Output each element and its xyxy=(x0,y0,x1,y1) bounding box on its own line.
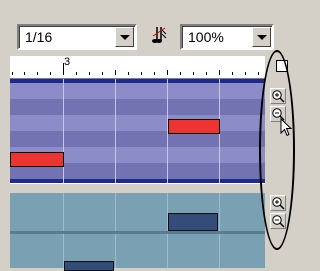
grid-line xyxy=(63,79,64,183)
ruler-tick xyxy=(193,72,194,75)
ruler-tick xyxy=(232,72,233,75)
note-row[interactable] xyxy=(10,99,265,115)
bar-number: 3 xyxy=(64,56,71,68)
ruler-tick xyxy=(245,72,246,75)
chevron-down-icon xyxy=(257,35,267,40)
ruler-tick xyxy=(258,72,259,75)
zoom-value: 100% xyxy=(188,29,224,45)
grid-line xyxy=(167,234,168,268)
ruler-tick xyxy=(76,72,77,75)
ruler-tick xyxy=(115,70,116,75)
quantize-value: 1/16 xyxy=(25,29,53,45)
ruler-tick xyxy=(102,72,103,75)
timeline-ruler[interactable]: 3 xyxy=(10,56,265,79)
grid-line xyxy=(63,193,64,231)
toolbar: 1/16 100% xyxy=(0,0,291,56)
controller-lane[interactable] xyxy=(10,234,265,271)
ruler-tick xyxy=(24,72,25,75)
left-edge xyxy=(0,56,10,268)
controller-lane[interactable] xyxy=(10,193,265,231)
midi-note[interactable] xyxy=(10,152,64,167)
ruler-tick xyxy=(50,72,51,75)
ruler-tick xyxy=(180,72,181,75)
quantize-select[interactable]: 1/16 xyxy=(17,24,137,50)
grid-line xyxy=(115,234,116,268)
highlight-ellipse xyxy=(259,50,295,250)
note-row[interactable] xyxy=(10,115,265,131)
ruler-tick xyxy=(154,72,155,75)
grid-line xyxy=(219,193,220,231)
ruler-tick xyxy=(141,72,142,75)
midi-note[interactable] xyxy=(168,119,220,134)
ruler-tick xyxy=(63,63,64,75)
ruler-tick xyxy=(206,72,207,75)
note-row[interactable] xyxy=(10,83,265,99)
zoom-dropdown-button[interactable] xyxy=(252,27,271,47)
grid-line xyxy=(115,79,116,183)
grid-line xyxy=(115,193,116,231)
grid-line xyxy=(219,234,220,268)
ruler-tick xyxy=(12,72,13,75)
ruler-tick xyxy=(167,70,168,75)
ruler-tick xyxy=(219,70,220,75)
ruler-tick xyxy=(89,72,90,75)
ruler-tick xyxy=(37,72,38,75)
piano-roll-grid[interactable] xyxy=(10,79,265,183)
ruler-tick xyxy=(128,72,129,75)
chevron-down-icon xyxy=(120,35,130,40)
velocity-bar[interactable] xyxy=(168,213,218,231)
note-row[interactable] xyxy=(10,131,265,147)
velocity-bar[interactable] xyxy=(64,261,114,271)
zoom-select[interactable]: 100% xyxy=(180,24,274,50)
quantize-dropdown-button[interactable] xyxy=(115,27,134,47)
quantize-note-icon[interactable] xyxy=(150,24,170,46)
